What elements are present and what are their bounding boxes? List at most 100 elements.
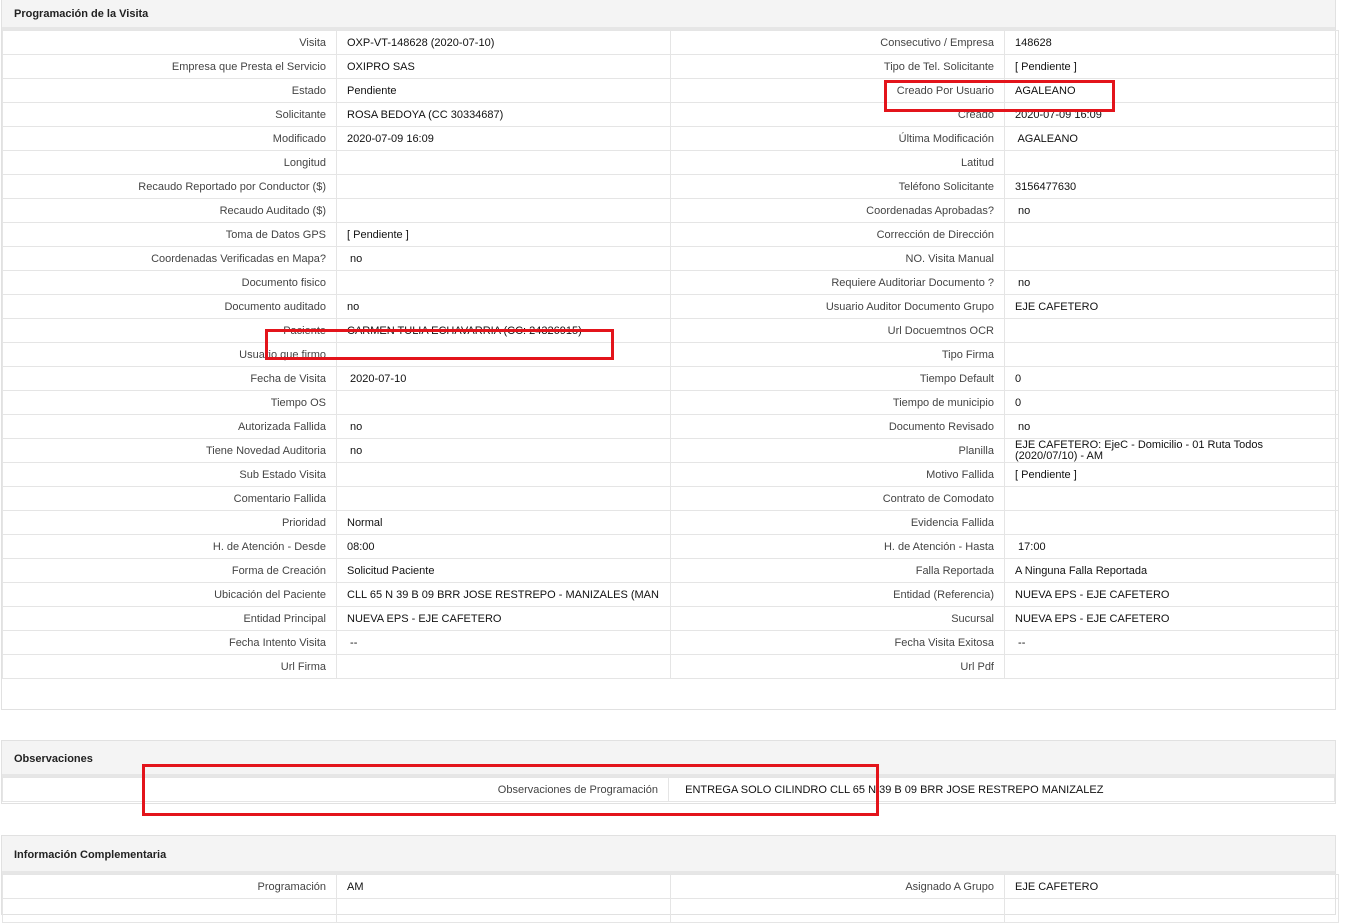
- field-label-entidad-principal: Entidad Principal: [2, 606, 337, 631]
- observations-table: Observaciones de Programación ENTREGA SO…: [2, 777, 1335, 802]
- field-label-url-docuemtnos-ocr: Url Docuemtnos OCR: [670, 318, 1005, 343]
- field-value-modificado: 2020-07-09 16:09: [336, 126, 671, 151]
- field-value-estado: Pendiente: [336, 78, 671, 103]
- field-label-no-visita-manual: NO. Visita Manual: [670, 246, 1005, 271]
- detail-row: Longitud Latitud: [2, 150, 1339, 175]
- field-value-tiene-novedad-auditoria: no: [336, 438, 671, 463]
- field-value-url-docuemtnos-ocr: [1004, 318, 1339, 343]
- detail-row: Recaudo Reportado por Conductor ($) Teléf…: [2, 174, 1339, 199]
- field-label-tiempo-default: Tiempo Default: [670, 366, 1005, 391]
- detail-row: Recaudo Auditado ($) Coordenadas Aprobada…: [2, 198, 1339, 223]
- detail-row: Documento fisico Requiere Auditoriar Docu…: [2, 270, 1339, 295]
- field-value-fecha-intento-visita: --: [336, 630, 671, 655]
- field-value-fecha-de-visita: 2020-07-10: [336, 366, 671, 391]
- field-label-estado: Estado: [2, 78, 337, 103]
- field-value-tipo-firma: [1004, 342, 1339, 367]
- field-label-evidencia-fallida: Evidencia Fallida: [670, 510, 1005, 535]
- field-value-prioridad: Normal: [336, 510, 671, 535]
- field-value-correccion-de-direccion: [1004, 222, 1339, 247]
- detail-row: Toma de Datos GPS[ Pendiente ] Corrección…: [2, 222, 1339, 247]
- field-value-entidad-referencia: NUEVA EPS - EJE CAFETERO: [1004, 582, 1339, 607]
- field-value-visita: OXP-VT-148628 (2020-07-10): [336, 30, 671, 55]
- field-label-coordenadas-verificadas-en-mapa: Coordenadas Verificadas en Mapa?: [2, 246, 337, 271]
- detail-row: Paciente CARMEN TULIA ECHAVARRIA (CC: 243…: [2, 318, 1339, 343]
- field-value-usuario-auditor-documento-grupo: EJE CAFETERO: [1004, 294, 1339, 319]
- visit-schedule-title: Programación de la Visita: [2, 0, 1335, 30]
- field-label-paciente: Paciente: [2, 318, 337, 343]
- field-label-tipo-firma: Tipo Firma: [670, 342, 1005, 367]
- field-label-fecha-intento-visita: Fecha Intento Visita: [2, 630, 337, 655]
- field-value-longitud: [336, 150, 671, 175]
- field-label-tiempo-de-municipio: Tiempo de municipio: [670, 390, 1005, 415]
- field-value-fecha-visita-exitosa: --: [1004, 630, 1339, 655]
- field-label-entidad-referencia: Entidad (Referencia): [670, 582, 1005, 607]
- field-value-latitud: [1004, 150, 1339, 175]
- field-label-fecha-de-visita: Fecha de Visita: [2, 366, 337, 391]
- field-label-programacion: Programación: [2, 874, 337, 899]
- field-label-contrato-de-comodato: Contrato de Comodato: [670, 486, 1005, 511]
- field-value-motivo-fallida: [ Pendiente ]: [1004, 462, 1339, 487]
- field-value-url-pdf: [1004, 654, 1339, 679]
- field-label-planilla: Planilla: [670, 438, 1005, 463]
- visit-schedule-panel: Programación de la Visita Visita OXP-VT-1…: [1, 0, 1339, 710]
- complementary-info-title: Información Complementaria: [2, 836, 1335, 874]
- field-label-motivo-fallida: Motivo Fallida: [670, 462, 1005, 487]
- field-value-h-de-atencion-hasta: 17:00: [1004, 534, 1339, 559]
- detail-row: Documento auditado no Usuario Auditor Docu…: [2, 294, 1339, 319]
- field-value-coordenadas-aprobadas: no: [1004, 198, 1339, 223]
- observations-panel: Observaciones Observaciones de Programac…: [1, 740, 1336, 804]
- field-value-tiempo-default: 0: [1004, 366, 1339, 391]
- complementary-info-table: Programación AM Asignado A Grupo EJE CAFETE…: [2, 874, 1339, 923]
- detail-row: Visita OXP-VT-148628 (2020-07-10) Consecut…: [2, 30, 1339, 55]
- field-label-ubicacion-del-paciente: Ubicación del Paciente: [2, 582, 337, 607]
- field-value-blank: [336, 898, 671, 923]
- field-value-evidencia-fallida: [1004, 510, 1339, 535]
- field-label-recaudo-reportado-por-conductor: Recaudo Reportado por Conductor ($): [2, 174, 337, 199]
- detail-row: Tiene Novedad Auditoria no Planilla EJE CA…: [2, 438, 1339, 463]
- field-value-ubicacion-del-paciente: CLL 65 N 39 B 09 BRR JOSE RESTREPO - MAN…: [336, 582, 671, 607]
- field-label-usuario-que-firmo: Usuario que firmo: [2, 342, 337, 367]
- field-label-creado: Creado: [670, 102, 1005, 127]
- field-label-modificado: Modificado: [2, 126, 337, 151]
- detail-row: Entidad Principal NUEVA EPS - EJE CAFETER…: [2, 606, 1339, 631]
- field-value-tiempo-os: [336, 390, 671, 415]
- detail-row: Url Firma Url Pdf: [2, 654, 1339, 679]
- field-value-solicitante: ROSA BEDOYA (CC 30334687): [336, 102, 671, 127]
- field-label-blank: [670, 898, 1005, 923]
- field-value-asignado-a-grupo: EJE CAFETERO: [1004, 874, 1339, 899]
- detail-row: Ubicación del Paciente CLL 65 N 39 B 09 B…: [2, 582, 1339, 607]
- field-label-creado-por-usuario: Creado Por Usuario: [670, 78, 1005, 103]
- field-value-planilla: EJE CAFETERO: EjeC - Domicilio - 01 Ruta…: [1004, 438, 1339, 463]
- field-value-documento-fisico: [336, 270, 671, 295]
- detail-row: H. de Atención - Desde 08:00 H. de Atenció…: [2, 534, 1339, 559]
- detail-row: Solicitante ROSA BEDOYA (CC 30334687) Crea…: [2, 102, 1339, 127]
- observations-row: Observaciones de Programación ENTREGA SO…: [2, 777, 1335, 802]
- field-label-usuario-auditor-documento-grupo: Usuario Auditor Documento Grupo: [670, 294, 1005, 319]
- detail-row: [2, 898, 1339, 923]
- field-label-prioridad: Prioridad: [2, 510, 337, 535]
- detail-row: Comentario Fallida Contrato de Comodato: [2, 486, 1339, 511]
- field-value-comentario-fallida: [336, 486, 671, 511]
- field-label-forma-de-creacion: Forma de Creación: [2, 558, 337, 583]
- field-label-tipo-de-tel-solicitante: Tipo de Tel. Solicitante: [670, 54, 1005, 79]
- field-label-asignado-a-grupo: Asignado A Grupo: [670, 874, 1005, 899]
- field-value-forma-de-creacion: Solicitud Paciente: [336, 558, 671, 583]
- detail-row: Autorizada Fallida no Documento Revisado …: [2, 414, 1339, 439]
- field-label-documento-auditado: Documento auditado: [2, 294, 337, 319]
- field-value-falla-reportada: A Ninguna Falla Reportada: [1004, 558, 1339, 583]
- field-value-no-visita-manual: [1004, 246, 1339, 271]
- field-label-telefono-solicitante: Teléfono Solicitante: [670, 174, 1005, 199]
- field-label-fecha-visita-exitosa: Fecha Visita Exitosa: [670, 630, 1005, 655]
- detail-row: Empresa que Presta el Servicio OXIPRO SAS…: [2, 54, 1339, 79]
- field-label-tiene-novedad-auditoria: Tiene Novedad Auditoria: [2, 438, 337, 463]
- field-value-tiempo-de-municipio: 0: [1004, 390, 1339, 415]
- observations-title: Observaciones: [2, 741, 1335, 777]
- field-value-programacion: AM: [336, 874, 671, 899]
- field-label-comentario-fallida: Comentario Fallida: [2, 486, 337, 511]
- field-label-tiempo-os: Tiempo OS: [2, 390, 337, 415]
- field-value-entidad-principal: NUEVA EPS - EJE CAFETERO: [336, 606, 671, 631]
- field-label-h-de-atencion-desde: H. de Atención - Desde: [2, 534, 337, 559]
- observations-value: ENTREGA SOLO CILINDRO CLL 65 N 39 B 09 B…: [668, 777, 1335, 802]
- field-value-contrato-de-comodato: [1004, 486, 1339, 511]
- field-value-ultima-modificacion: AGALEANO: [1004, 126, 1339, 151]
